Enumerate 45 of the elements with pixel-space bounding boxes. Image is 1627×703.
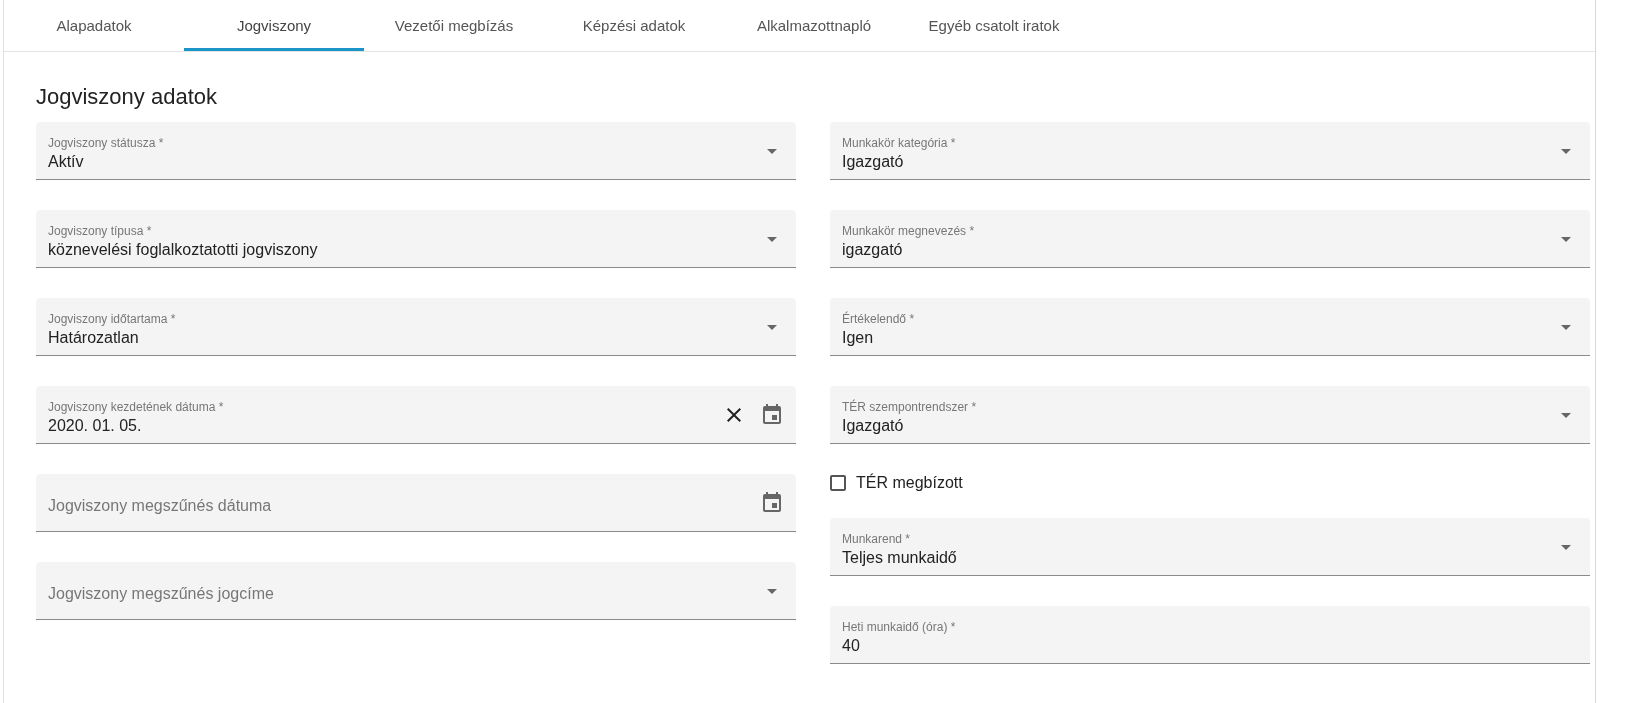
date-field[interactable]: Jogviszony megszűnés dátuma [36, 474, 796, 532]
calendar-icon[interactable] [760, 490, 784, 515]
select-field[interactable]: Munkarend * Teljes munkaidő [830, 518, 1590, 576]
field-label: Jogviszony státusza * [48, 135, 164, 151]
calendar-icon[interactable] [760, 402, 784, 427]
tab[interactable]: Egyéb csatolt iratok [904, 0, 1084, 51]
field-label: Jogviszony időtartama * [48, 311, 176, 327]
field-value: igazgató [842, 240, 903, 260]
field-value: Igazgató [842, 152, 904, 172]
select-field[interactable]: Jogviszony időtartama * Határozatlan [36, 298, 796, 356]
field-label: Munkakör kategória * [842, 135, 956, 151]
select-field[interactable]: Értékelendő * Igen [830, 298, 1590, 356]
input-field[interactable]: Heti munkaidő (óra) * 40 [830, 606, 1590, 664]
field-value: 2020. 01. 05. [48, 416, 142, 436]
select-field[interactable]: Jogviszony megszűnés jogcíme [36, 562, 796, 620]
field-label: Értékelendő * [842, 311, 915, 327]
field-label: Munkakör megnevezés * [842, 223, 975, 239]
tab[interactable]: Jogviszony [184, 0, 364, 51]
field-value: Teljes munkaidő [842, 548, 957, 568]
tab[interactable]: Vezetői megbízás [364, 0, 544, 51]
select-field[interactable]: Munkakör kategória * Igazgató [830, 122, 1590, 180]
tab[interactable]: Alkalmazottnapló [724, 0, 904, 51]
field-value: Igen [842, 328, 874, 348]
tab[interactable]: Képzési adatok [544, 0, 724, 51]
select-field[interactable]: Munkakör megnevezés * igazgató [830, 210, 1590, 268]
field-value: Határozatlan [48, 328, 139, 348]
field-value: Igazgató [842, 416, 904, 436]
field-value: köznevelési foglalkoztatotti jogviszony [48, 240, 318, 260]
select-field[interactable]: Jogviszony státusza * Aktív [36, 122, 796, 180]
section-title: Jogviszony adatok [36, 84, 218, 110]
select-field[interactable]: Jogviszony típusa * köznevelési foglalkoztatotti jogviszony [36, 210, 796, 268]
checkbox[interactable] [830, 475, 846, 491]
field-label: Munkarend * [842, 531, 911, 547]
field-value: 40 [842, 636, 860, 656]
field-label: Jogviszony típusa * [48, 223, 152, 239]
checkbox-label: TÉR megbízott [856, 474, 963, 492]
tab[interactable]: Alapadatok [4, 0, 184, 51]
field-value: Aktív [48, 152, 84, 172]
field-label: Heti munkaidő (óra) * [842, 619, 956, 635]
field-placeholder: Jogviszony megszűnés jogcíme [48, 584, 274, 603]
select-field[interactable]: TÉR szempontrendszer * Igazgató [830, 386, 1590, 444]
date-field[interactable]: Jogviszony kezdetének dátuma * 2020. 01. 05. [36, 386, 796, 444]
field-label: TÉR szempontrendszer * [842, 399, 977, 415]
field-label: Jogviszony kezdetének dátuma * [48, 399, 224, 415]
field-placeholder: Jogviszony megszűnés dátuma [48, 496, 272, 515]
